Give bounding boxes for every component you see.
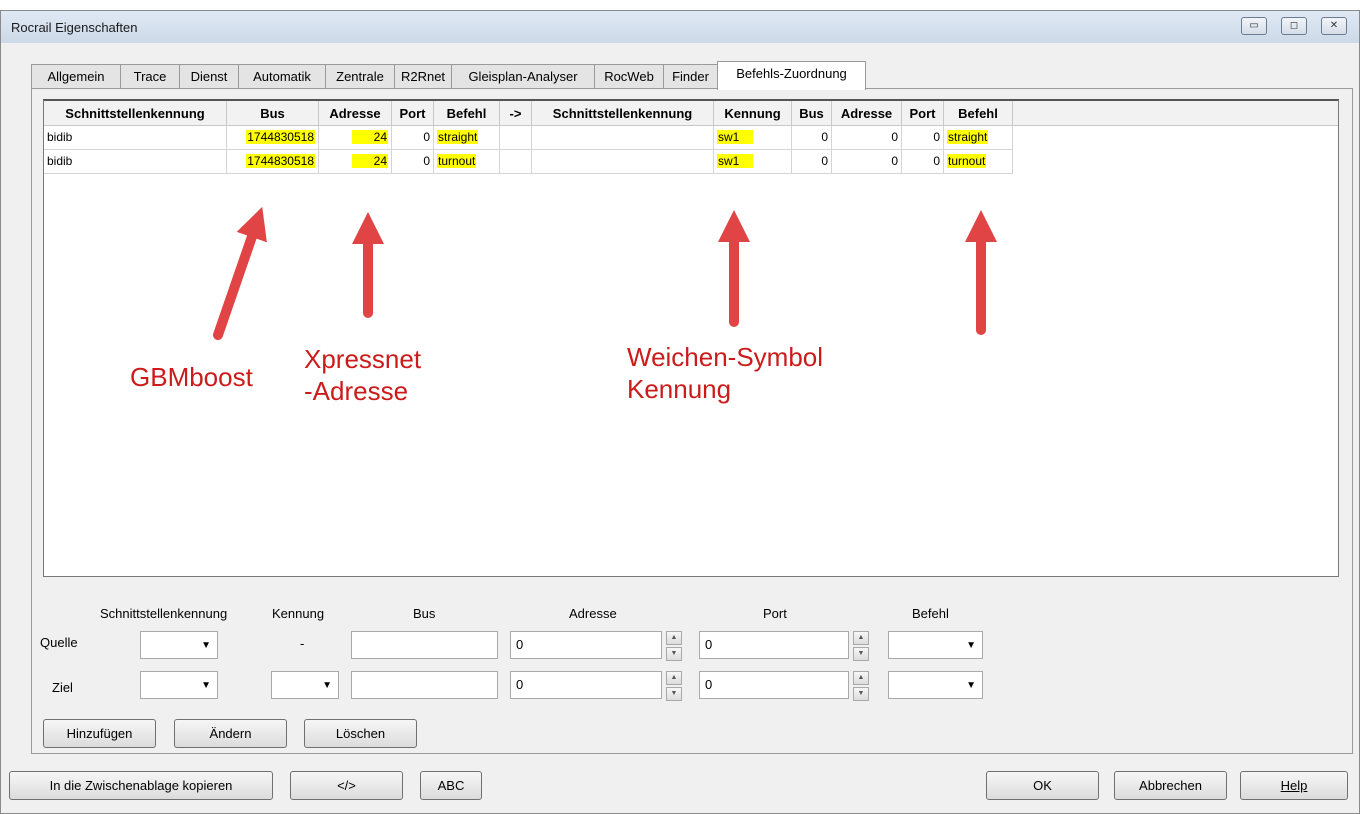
annotation-weichen-line1: Weichen-Symbol bbox=[627, 342, 824, 372]
annotation-xpressnet-line2: -Adresse bbox=[304, 376, 409, 406]
annotation-gbmboost: GBMboost bbox=[130, 362, 253, 392]
annotation-weichen-line2: Kennung bbox=[627, 374, 732, 404]
tab-befehls-zuordnung[interactable]: Befehls-Zuordnung bbox=[717, 61, 866, 90]
annotation-arrows bbox=[213, 206, 998, 340]
annotation-xpressnet-line1: Xpressnet bbox=[304, 344, 422, 374]
arrow-gbmboost bbox=[213, 206, 267, 340]
